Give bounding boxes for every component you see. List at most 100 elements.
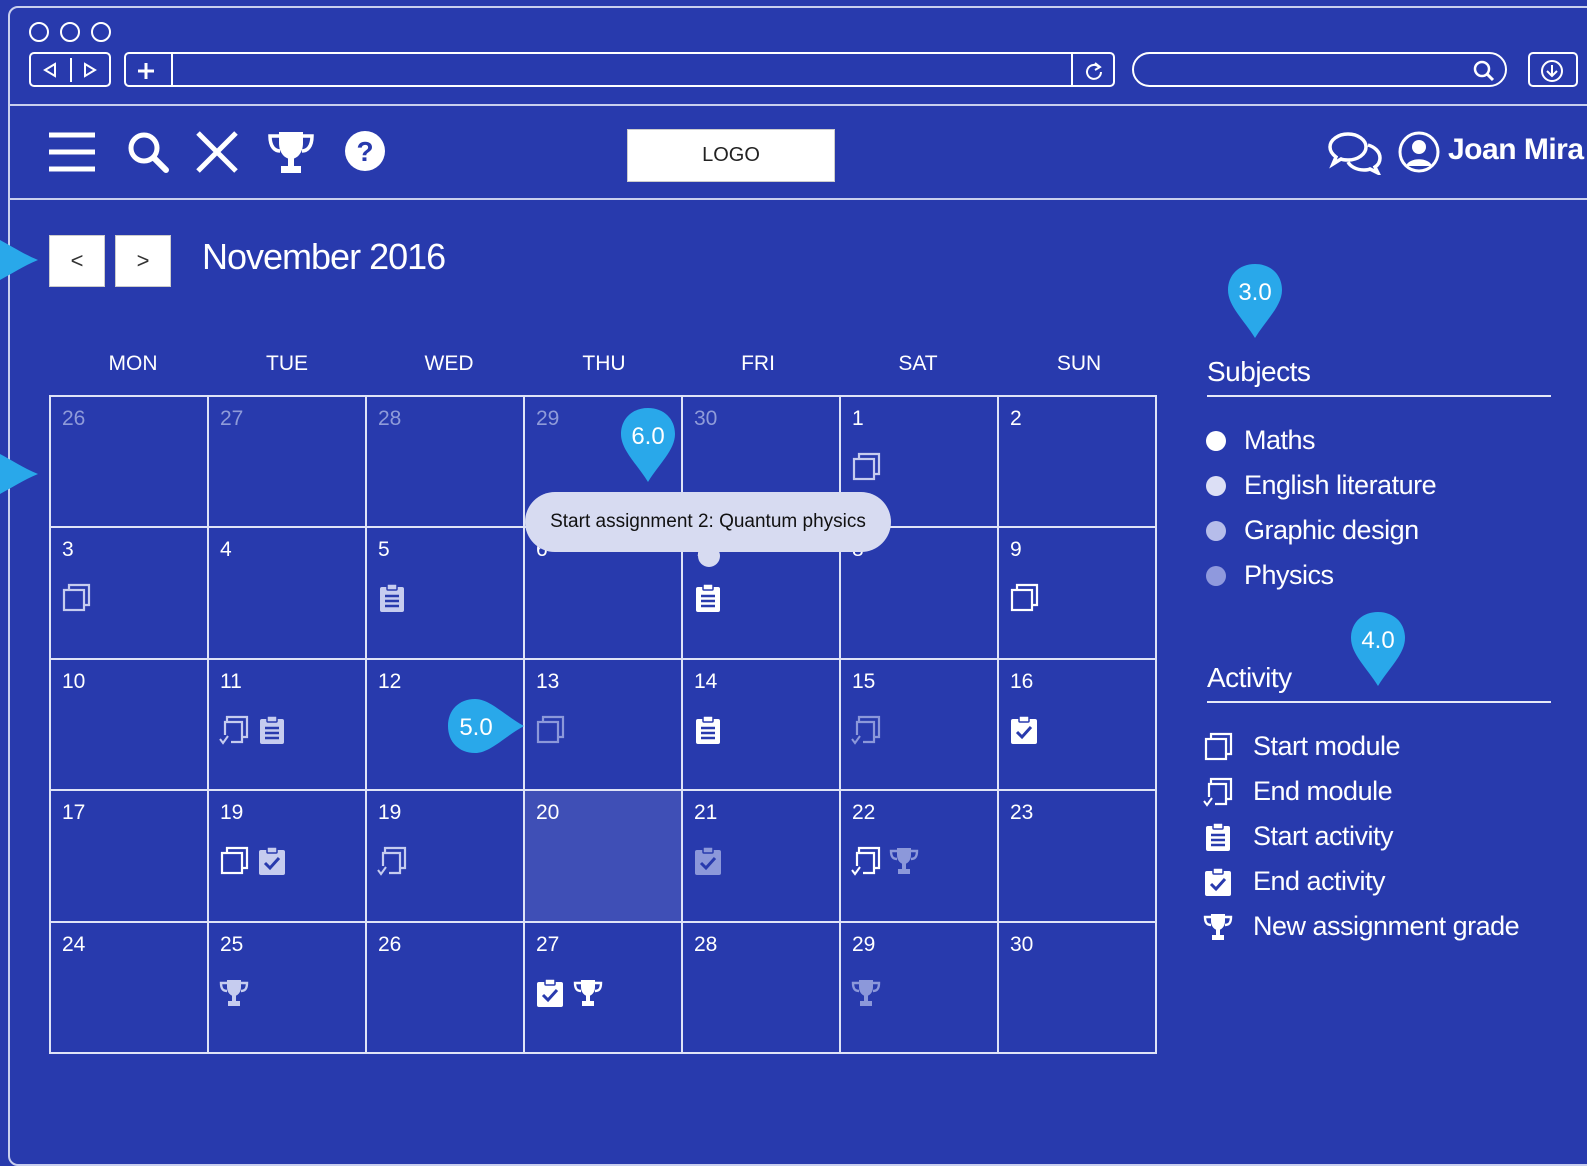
day-events (851, 846, 919, 876)
subject-item[interactable]: Graphic design (1206, 508, 1436, 553)
calendar-day[interactable]: 13 (524, 658, 682, 791)
start-module-icon[interactable] (535, 715, 565, 745)
end-module-icon[interactable] (851, 846, 881, 876)
download-button[interactable] (1528, 52, 1578, 87)
calendar-day[interactable]: 24 (50, 921, 208, 1053)
forward-button[interactable] (79, 60, 101, 80)
calendar-day[interactable]: 28 (366, 396, 524, 528)
annotation-marker-5: 5.0 (446, 697, 526, 755)
close-icon[interactable] (195, 130, 239, 174)
history-nav (29, 52, 111, 87)
trophy-icon[interactable] (889, 846, 919, 876)
calendar-day[interactable]: 11 (208, 658, 366, 791)
end-module-icon[interactable] (219, 715, 249, 745)
calendar-day[interactable]: 25 (208, 921, 366, 1053)
menu-icon[interactable] (47, 131, 97, 173)
address-bar[interactable] (124, 52, 1115, 87)
browser-search-icon (1472, 59, 1496, 83)
browser-search-field[interactable] (1132, 52, 1507, 87)
user-name[interactable]: Joan Mira (1448, 133, 1584, 167)
calendar-day[interactable]: 26 (50, 396, 208, 528)
calendar-day[interactable]: 17 (50, 790, 208, 922)
calendar-day[interactable]: 9 (998, 527, 1156, 659)
weekday-mon: MON (108, 352, 158, 375)
calendar-day[interactable]: 22 (840, 790, 998, 922)
subject-item[interactable]: English literature (1206, 463, 1437, 508)
end-activity-icon[interactable] (693, 846, 723, 876)
calendar-day[interactable]: 28 (682, 921, 840, 1053)
start-activity-icon[interactable] (693, 715, 723, 745)
calendar-day[interactable]: 23 (998, 790, 1156, 922)
window-close-button[interactable] (29, 22, 49, 42)
start-activity-icon (1203, 821, 1233, 852)
end-module-icon[interactable] (851, 715, 881, 745)
logo[interactable]: LOGO (627, 129, 835, 182)
calendar-day[interactable]: 4 (208, 527, 366, 659)
back-button[interactable] (39, 60, 61, 80)
activity-legend-item: End module (1203, 769, 1519, 814)
window-maximize-button[interactable] (91, 22, 111, 42)
trophy-icon[interactable] (851, 978, 881, 1008)
start-module-icon[interactable] (851, 452, 881, 482)
calendar-day[interactable]: 30 (998, 921, 1156, 1053)
day-number: 22 (852, 801, 876, 825)
window-minimize-button[interactable] (60, 22, 80, 42)
start-module-icon[interactable] (61, 583, 91, 613)
start-module-icon[interactable] (219, 846, 249, 876)
day-events (851, 452, 881, 482)
next-month-button[interactable]: > (115, 235, 171, 287)
day-number: 16 (1010, 669, 1034, 693)
day-events (219, 715, 287, 745)
user-icon[interactable] (1398, 131, 1440, 173)
subject-item[interactable]: Maths (1206, 418, 1436, 463)
annotation-marker-edge-2 (0, 446, 40, 502)
end-activity-icon[interactable] (257, 846, 287, 876)
trophy-icon[interactable] (266, 129, 316, 175)
day-events (535, 715, 565, 745)
back-arrow-icon (43, 62, 56, 78)
month-title: November 2016 (202, 236, 446, 277)
day-events (851, 978, 881, 1008)
reload-button[interactable] (1082, 59, 1106, 83)
end-module-icon[interactable] (377, 846, 407, 876)
calendar-day[interactable]: 21 (682, 790, 840, 922)
weekday-sun: SUN (1056, 352, 1102, 375)
calendar-day[interactable]: 19 (366, 790, 524, 922)
annotation-marker-4: 4.0 (1349, 610, 1407, 688)
calendar-day[interactable]: 10 (50, 658, 208, 791)
day-events (1009, 715, 1039, 745)
activity-list: Start module End module Start activity End … (1203, 724, 1520, 949)
search-icon[interactable] (127, 131, 169, 173)
subject-item[interactable]: Physics (1206, 553, 1436, 598)
weekday-sat: SAT (898, 352, 938, 375)
nav-divider (70, 58, 72, 82)
forward-arrow-icon (84, 62, 97, 78)
chat-icon[interactable] (1328, 131, 1382, 175)
calendar-day[interactable]: 5 (366, 527, 524, 659)
calendar-day[interactable]: 14 (682, 658, 840, 791)
calendar-day[interactable]: 16 (998, 658, 1156, 791)
start-activity-icon[interactable] (693, 583, 723, 613)
day-number: 9 (1010, 538, 1022, 562)
calendar-day[interactable]: 29 (840, 921, 998, 1053)
end-activity-icon[interactable] (1009, 715, 1039, 745)
trophy-icon[interactable] (573, 978, 603, 1008)
calendar-day-today[interactable]: 20 (524, 790, 682, 922)
calendar-day[interactable]: 3 (50, 527, 208, 659)
trophy-icon[interactable] (219, 978, 249, 1008)
calendar-day[interactable]: 27 (208, 396, 366, 528)
day-number: 29 (536, 407, 560, 430)
new-tab-button[interactable] (134, 59, 158, 83)
calendar-day[interactable]: 15 (840, 658, 998, 791)
prev-month-button[interactable]: < (49, 235, 105, 287)
help-icon[interactable]: ? (344, 130, 386, 172)
start-activity-icon[interactable] (257, 715, 287, 745)
calendar-day[interactable]: 26 (366, 921, 524, 1053)
calendar-day[interactable]: 2 (998, 396, 1156, 528)
start-activity-icon[interactable] (377, 583, 407, 613)
calendar-day[interactable]: 27 (524, 921, 682, 1053)
calendar-day[interactable]: 19 (208, 790, 366, 922)
weekday-tue: TUE (266, 352, 308, 375)
end-activity-icon[interactable] (535, 977, 565, 1008)
start-module-icon[interactable] (1009, 583, 1039, 613)
